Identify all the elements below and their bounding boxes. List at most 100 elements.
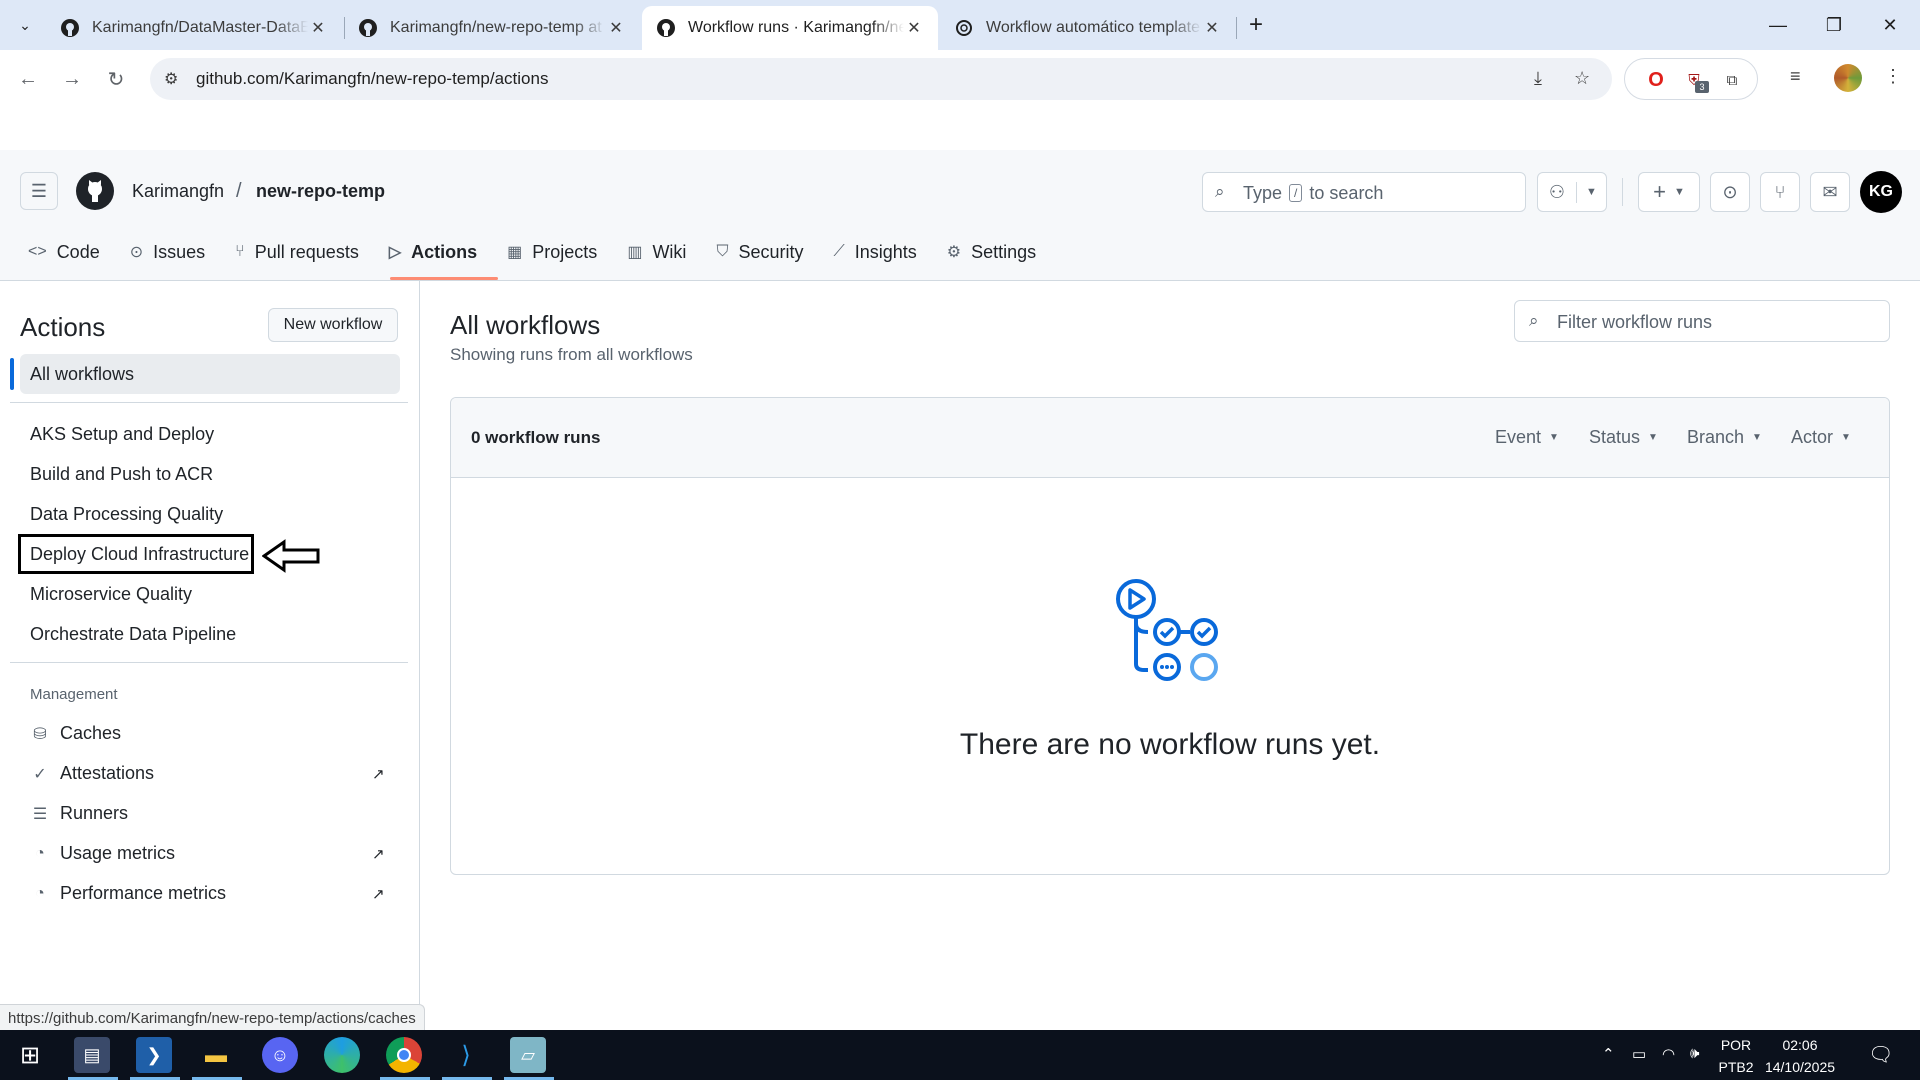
minimize-icon[interactable]: —	[1750, 0, 1806, 50]
clock-date: 14/10/2025	[1764, 1059, 1836, 1075]
edge-app-icon[interactable]	[324, 1037, 360, 1073]
new-workflow-button[interactable]: New workflow	[268, 308, 398, 342]
issues-button[interactable]: ⊙	[1710, 172, 1750, 212]
workflow-empty-state-icon	[1116, 579, 1218, 681]
bookmark-star-icon[interactable]: ☆	[1574, 68, 1590, 89]
sidebar-item-runners[interactable]: ☰ Runners	[30, 803, 128, 824]
sidebar-item-usage-metrics[interactable]: ◔ Usage metrics	[30, 843, 175, 864]
site-info-icon[interactable]: ⚙	[164, 69, 178, 89]
folder-app-icon[interactable]: ▬	[198, 1037, 234, 1073]
media-controls-icon[interactable]: ≡	[1790, 66, 1801, 87]
notifications-icon[interactable]: 🗨	[1868, 1042, 1893, 1067]
tab-close-icon[interactable]: ✕	[606, 18, 626, 38]
pull-requests-button[interactable]: ⑂	[1760, 172, 1800, 212]
vscode-app-icon[interactable]: ⟩	[448, 1037, 484, 1073]
tab-actions[interactable]: ▷ Actions	[389, 236, 477, 268]
restore-icon[interactable]: ❐	[1806, 0, 1862, 50]
chrome-menu-icon[interactable]: ⋮	[1884, 66, 1902, 87]
tab-close-icon[interactable]: ✕	[904, 18, 924, 38]
tab-settings[interactable]: ⚙ Settings	[947, 236, 1036, 268]
shield-icon: ⛉	[716, 243, 729, 260]
search-input[interactable]: ⌕ Type / to search	[1202, 172, 1526, 212]
notepad-app-icon[interactable]: ▱	[510, 1037, 546, 1073]
caret-down-icon: ▼	[1648, 432, 1658, 443]
battery-icon[interactable]: ▭	[1632, 1045, 1646, 1063]
hamburger-menu-icon[interactable]: ☰	[20, 172, 58, 210]
sidebar-workflow-item[interactable]: Microservice Quality	[30, 584, 192, 605]
tab-close-icon[interactable]: ✕	[1202, 18, 1222, 38]
actor-filter-dropdown[interactable]: Actor ▼	[1791, 427, 1851, 448]
tray-chevron-up-icon[interactable]: ⌃	[1602, 1045, 1615, 1063]
profile-avatar[interactable]	[1834, 64, 1862, 92]
annotation-highlight-box	[18, 534, 254, 574]
tab-title: Workflow runs · Karimangfn/ne	[688, 19, 904, 36]
caret-down-icon: ▼	[1549, 432, 1559, 443]
sidebar-item-performance-metrics[interactable]: ◔ Performance metrics	[30, 883, 226, 904]
status-filter-dropdown[interactable]: Status ▼	[1589, 427, 1658, 448]
tab-insights[interactable]: ⟋ Insights	[833, 236, 916, 268]
volume-icon[interactable]: 🕪	[1690, 1045, 1699, 1062]
sidebar-item-all-workflows[interactable]: All workflows	[20, 354, 400, 394]
taskbar-clock[interactable]: 02:06 14/10/2025	[1760, 1034, 1840, 1078]
breadcrumb-repo[interactable]: new-repo-temp	[256, 181, 385, 202]
database-icon: ⛁	[33, 725, 47, 743]
copilot-button[interactable]: ⚇ ▼	[1537, 172, 1607, 212]
powershell-app-icon[interactable]: ❯	[136, 1037, 172, 1073]
input-language-indicator[interactable]: POR PTB2	[1714, 1034, 1758, 1078]
github-logo-icon[interactable]	[76, 172, 114, 210]
tab-close-icon[interactable]: ✕	[308, 18, 328, 38]
inbox-button[interactable]: ✉	[1810, 172, 1850, 212]
sidebar-item-label: Attestations	[60, 763, 155, 783]
branch-filter-dropdown[interactable]: Branch ▼	[1687, 427, 1762, 448]
chrome-app-icon[interactable]	[386, 1037, 422, 1073]
install-app-icon[interactable]: ⤓	[1534, 68, 1542, 89]
tab-pull-requests[interactable]: ⑂ Pull requests	[235, 236, 359, 268]
file-explorer-app-icon[interactable]: ▤	[74, 1037, 110, 1073]
windows-start-icon[interactable]: ⊞	[12, 1037, 48, 1073]
tab-code[interactable]: <> Code	[28, 236, 100, 268]
opera-extension-icon[interactable]: O	[1645, 69, 1667, 91]
tab-title: Workflow automático template	[986, 19, 1201, 36]
clock-time: 02:06	[1782, 1037, 1818, 1053]
filter-workflow-runs-input[interactable]: ⌕ Filter workflow runs	[1514, 300, 1890, 342]
annotation-arrow-icon	[262, 539, 320, 573]
tab-security[interactable]: ⛉ Security	[716, 236, 803, 268]
create-new-button[interactable]: + ▼	[1638, 172, 1700, 212]
user-avatar[interactable]: KG	[1860, 171, 1902, 213]
sidebar-item-caches[interactable]: ⛁ Caches	[30, 723, 121, 744]
pull-request-icon: ⑂	[1774, 181, 1786, 202]
plus-icon: +	[1653, 179, 1666, 204]
url-text[interactable]: github.com/Karimangfn/new-repo-temp/acti…	[196, 69, 548, 89]
dropdown-label: Actor	[1791, 427, 1834, 447]
wifi-icon[interactable]: ◠	[1662, 1045, 1675, 1063]
tab-wiki[interactable]: ▥ Wiki	[627, 236, 686, 268]
github-favicon-icon	[657, 19, 675, 37]
pull-request-icon: ⑂	[235, 243, 245, 260]
reload-icon[interactable]: ↻	[100, 63, 132, 95]
browser-tab-2[interactable]: Karimangfn/new-repo-temp at ✕	[344, 6, 640, 50]
browser-tab-1[interactable]: Karimangfn/DataMaster-DataEr ✕	[46, 6, 342, 50]
sidebar-workflow-item[interactable]: Data Processing Quality	[30, 504, 223, 525]
tab-search-chevron-icon[interactable]: ⌄	[10, 10, 40, 40]
address-bar[interactable]: ⚙ github.com/Karimangfn/new-repo-temp/ac…	[150, 58, 1612, 100]
breadcrumb-owner[interactable]: Karimangfn	[132, 181, 224, 202]
event-filter-dropdown[interactable]: Event ▼	[1495, 427, 1559, 448]
close-window-icon[interactable]: ✕	[1862, 0, 1918, 50]
book-icon: ▥	[627, 244, 643, 261]
sidebar-workflow-item[interactable]: Orchestrate Data Pipeline	[30, 624, 236, 645]
new-tab-plus-icon[interactable]: +	[1240, 10, 1272, 40]
browser-tab-3-active[interactable]: Workflow runs · Karimangfn/ne ✕	[642, 6, 938, 50]
tab-title: Karimangfn/DataMaster-DataEr	[92, 19, 308, 36]
play-icon: ▷	[388, 244, 402, 261]
puzzle-extensions-icon[interactable]: ⧉	[1721, 69, 1743, 91]
sidebar-divider	[10, 402, 408, 403]
sidebar-item-attestations[interactable]: ✓ Attestations	[30, 763, 154, 784]
sidebar-workflow-item[interactable]: Build and Push to ACR	[30, 464, 213, 485]
browser-tab-4[interactable]: Workflow automático template ✕	[940, 6, 1236, 50]
discord-app-icon[interactable]: ☺	[262, 1037, 298, 1073]
tab-issues[interactable]: ⊙ Issues	[130, 236, 205, 268]
forward-arrow-icon[interactable]: →	[56, 63, 88, 95]
sidebar-workflow-item[interactable]: AKS Setup and Deploy	[30, 424, 214, 445]
back-arrow-icon[interactable]: ←	[12, 63, 44, 95]
tab-projects[interactable]: ▦ Projects	[507, 236, 597, 268]
